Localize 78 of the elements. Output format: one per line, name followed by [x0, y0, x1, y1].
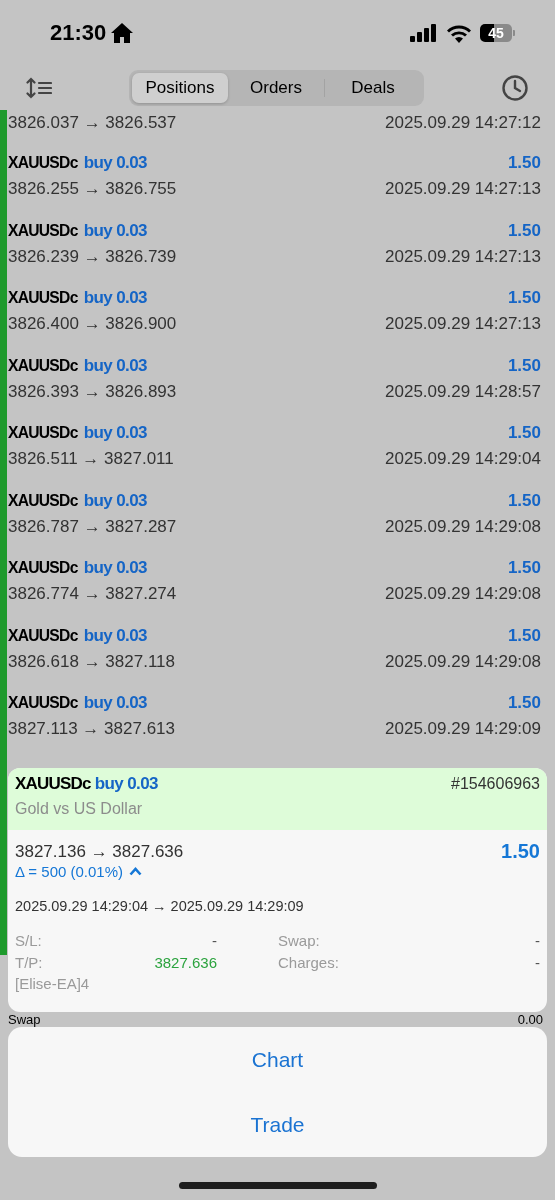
- swap-value: 0.00: [517, 1013, 543, 1026]
- open-time: 2025.09.29 14:27:13: [385, 179, 541, 199]
- field-label: S/L:: [15, 932, 42, 949]
- profit-value: 1.50: [507, 153, 541, 173]
- profit-value: 1.50: [501, 840, 540, 863]
- field-value: -: [212, 932, 217, 949]
- profit-value: 1.50: [507, 423, 541, 443]
- field-label: Charges:: [278, 954, 339, 971]
- symbol-name: XAUUSDc: [8, 490, 78, 511]
- field-value: 3827.636: [154, 954, 217, 971]
- symbol-name: XAUUSDc: [8, 423, 78, 443]
- profit-value: 1.50: [507, 558, 541, 578]
- symbol-description: Gold vs US Dollar: [15, 800, 143, 818]
- price-range: 3826.787 → 3827.287: [8, 516, 177, 537]
- tab[interactable]: Deals: [325, 73, 421, 103]
- price-range: 3827.136 → 3827.636: [15, 841, 184, 862]
- open-time: 2025.09.29 14:27:12: [385, 113, 541, 133]
- price-range: 3826.037 → 3826.537: [8, 113, 177, 133]
- price-range: 3826.239 → 3826.739: [8, 246, 177, 267]
- open-time: 2025.09.29 14:27:13: [385, 246, 541, 267]
- symbol-name: XAUUSDc: [15, 774, 91, 793]
- open-time: 2025.09.29 14:29:08: [385, 516, 541, 537]
- trade-volume: buy 0.03: [83, 355, 147, 376]
- wifi-icon: [446, 23, 472, 43]
- chevron-up-icon[interactable]: [129, 867, 142, 876]
- home-icon: [110, 22, 135, 44]
- open-time: 2025.09.29 14:29:08: [385, 651, 541, 672]
- symbol-name: XAUUSDc: [8, 153, 78, 173]
- symbol-name: XAUUSDc: [8, 355, 78, 376]
- clock-time: 21:30: [50, 20, 107, 46]
- ticket-number: #154606963: [451, 775, 540, 793]
- profit-value: 1.50: [507, 220, 541, 241]
- tab[interactable]: Orders: [228, 73, 324, 103]
- comment-text: [Elise-EA]4: [15, 975, 90, 992]
- open-time: 2025.09.29 14:29:08: [385, 584, 541, 604]
- price-range: 3826.774 → 3827.274: [8, 584, 177, 604]
- price-range: 3826.511 → 3827.011: [8, 449, 174, 469]
- trade-volume: buy 0.03: [83, 220, 147, 241]
- field-label: T/P:: [15, 954, 43, 971]
- time-range: 2025.09.29 14:29:04 → 2025.09.29 14:29:09: [15, 898, 304, 914]
- symbol-name: XAUUSDc: [8, 288, 78, 308]
- profit-value: 1.50: [507, 490, 541, 511]
- trade-volume: buy 0.03: [83, 423, 147, 443]
- field-value: -: [535, 932, 540, 949]
- action-button[interactable]: Chart: [8, 1027, 547, 1092]
- profit-value: 1.50: [507, 693, 541, 713]
- field-label: Swap:: [278, 932, 320, 949]
- clock-icon[interactable]: [501, 74, 529, 102]
- profit-value: 1.50: [507, 355, 541, 376]
- trade-volume: buy 0.03: [83, 558, 147, 578]
- symbol-name: XAUUSDc: [8, 693, 78, 713]
- open-time: 2025.09.29 14:28:57: [385, 381, 541, 402]
- trade-volume: buy 0.03: [83, 693, 147, 713]
- symbol-name: XAUUSDc: [8, 558, 78, 578]
- open-time: 2025.09.29 14:29:04: [385, 449, 541, 469]
- trade-volume: buy 0.03: [94, 774, 158, 793]
- tab[interactable]: Positions: [132, 73, 228, 103]
- symbol-name: XAUUSDc: [8, 625, 78, 646]
- price-range: 3826.618 → 3827.118: [8, 651, 175, 672]
- trade-volume: buy 0.03: [83, 625, 147, 646]
- open-time: 2025.09.29 14:29:09: [385, 719, 541, 739]
- price-range: 3826.255 → 3826.755: [8, 179, 177, 199]
- profit-value: 1.50: [507, 625, 541, 646]
- symbol-name: XAUUSDc: [8, 220, 78, 241]
- price-range: 3826.393 → 3826.893: [8, 381, 177, 402]
- trade-volume: buy 0.03: [83, 153, 147, 173]
- action-button[interactable]: Trade: [8, 1092, 547, 1157]
- trade-volume: buy 0.03: [83, 490, 147, 511]
- trade-volume: buy 0.03: [83, 288, 147, 308]
- swap-label: Swap: [8, 1013, 41, 1026]
- signal-icon: [410, 24, 438, 42]
- price-delta: Δ = 500 (0.01%): [15, 863, 123, 880]
- open-time: 2025.09.29 14:27:13: [385, 314, 541, 334]
- profit-value: 1.50: [507, 288, 541, 308]
- field-value: -: [535, 954, 540, 971]
- sort-icon[interactable]: [26, 77, 52, 99]
- price-range: 3827.113 → 3827.613: [8, 719, 175, 739]
- price-range: 3826.400 → 3826.900: [8, 314, 177, 334]
